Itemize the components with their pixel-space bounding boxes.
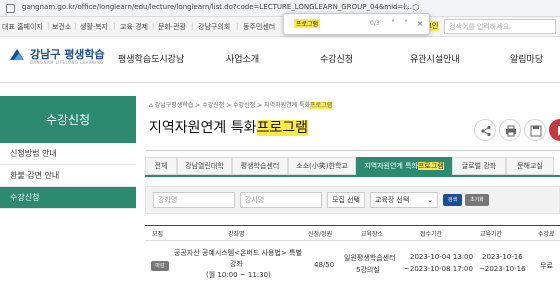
- find-prev-icon[interactable]: ˄: [388, 18, 398, 30]
- toplink-main[interactable]: 대표 홈페이지: [2, 22, 43, 32]
- toplink-welfare[interactable]: 생활·복지: [80, 22, 108, 32]
- chevron-down-icon: ⌄: [354, 196, 360, 204]
- edu-end: ~2023-10-16: [479, 265, 526, 273]
- col-fee: 수강료: [538, 231, 555, 238]
- browser-toolbar-icons: ⋯ ☆ ⬡: [392, 3, 420, 12]
- tab-all[interactable]: 전체: [145, 157, 177, 175]
- tab-small-school[interactable]: 소소(小笑)한학교: [288, 157, 356, 175]
- toplink-health[interactable]: 보건소: [52, 22, 71, 32]
- status-badge: 마감: [151, 261, 169, 271]
- col-enrolled: 신청/정원: [308, 231, 333, 238]
- toplink-culture[interactable]: 문화·관광: [158, 22, 186, 32]
- fee-value: 무료: [540, 262, 553, 270]
- nav-facilities[interactable]: 유관시설안내: [410, 52, 460, 65]
- course-time: (월 10:00 ~ 11:30): [206, 271, 271, 279]
- page-title: 지역자원연계 특화프로그램: [149, 117, 309, 137]
- site-info-icon[interactable]: [6, 4, 15, 13]
- tab-underline: [145, 175, 560, 177]
- course-title-line2[interactable]: 강좌: [230, 259, 243, 269]
- page-title-highlight: 프로그램: [256, 120, 309, 136]
- col-edu-period: 교육기간: [480, 231, 503, 238]
- print-icon: [506, 125, 516, 137]
- toplink-education[interactable]: 교육·경제: [120, 22, 148, 32]
- bookmark-button[interactable]: [549, 119, 560, 141]
- sidebar-item-refund[interactable]: 환불·감면 안내: [0, 165, 136, 187]
- breadcrumb: ⌂ 강남구평생학습 > 수강신청 > 수강신청 > 지역자원연계 특화프로그램: [149, 100, 333, 109]
- toplink-community-center[interactable]: 동주민센터: [243, 22, 275, 32]
- address-url[interactable]: gangnam.go.kr/office/longlearn/edu/lectu…: [22, 3, 412, 11]
- col-apply-period: 접수기간: [420, 231, 443, 238]
- home-icon[interactable]: ⌂: [149, 102, 153, 109]
- find-query-input[interactable]: 프로그램: [294, 19, 321, 28]
- breadcrumb-path[interactable]: 강남구평생학습 > 수강신청 > 수강신청 > 지역자원연계 특화: [155, 102, 310, 109]
- find-in-page-bar: 프로그램 0/3 ˄ ˅ ×: [283, 13, 430, 35]
- place-select[interactable]: 교육장 선택 ⌄: [370, 192, 438, 208]
- nav-notices[interactable]: 알림마당: [510, 52, 543, 65]
- sidebar-item-guide[interactable]: 신청방법 안내: [0, 143, 136, 165]
- instructor-name-input[interactable]: 강사명: [240, 192, 322, 208]
- edu-start: 2023-10-16: [482, 253, 523, 261]
- tab-global[interactable]: 글로벌 강좌: [452, 157, 506, 175]
- share-button[interactable]: [474, 119, 496, 141]
- apply-end: ~2023-10-08 17:00: [404, 265, 473, 273]
- nav-lifelong-city[interactable]: 평생학습도시강남: [118, 52, 184, 65]
- site-search-input[interactable]: 검색어를 입력하세요.: [444, 19, 556, 34]
- sidebar-item-registration[interactable]: 수강신청: [0, 187, 136, 209]
- reset-button[interactable]: 초기화: [465, 194, 489, 206]
- enrolled-count: 48/50: [314, 261, 335, 269]
- chevron-down-icon: ⌄: [427, 196, 433, 204]
- col-title: 강좌명: [228, 231, 245, 238]
- place-line1: 일원평생학습센터: [344, 254, 396, 262]
- page-title-text: 지역자원연계 특화: [149, 120, 257, 136]
- sidebar-title: 수강신청: [45, 113, 91, 127]
- sidebar-title-box: 수강신청: [0, 96, 136, 143]
- course-name-input[interactable]: 강좌명: [153, 192, 235, 208]
- place-line2: 5강의실: [356, 266, 380, 274]
- tab-regional-program[interactable]: 지역자원연계 특화프로그램: [356, 157, 452, 175]
- save-icon: [530, 125, 542, 137]
- col-place: 교육장소: [361, 231, 384, 238]
- share-icon: [481, 125, 491, 137]
- col-status: 모집: [152, 231, 164, 238]
- toplink-council[interactable]: 강남구의회: [198, 22, 230, 32]
- breadcrumb-highlight: 프로그램: [310, 102, 333, 109]
- tab-open-college[interactable]: 강남열린대학: [177, 157, 232, 175]
- find-next-icon[interactable]: ˅: [401, 18, 411, 30]
- course-title-line1[interactable]: 공공자산 공예시스템<온버드 사용법> 특별: [174, 248, 302, 258]
- nav-registration[interactable]: 수강신청: [320, 52, 353, 65]
- print-button[interactable]: [499, 119, 521, 141]
- save-button[interactable]: [524, 119, 546, 141]
- tab-literacy[interactable]: 문해교실: [506, 157, 554, 175]
- nav-business[interactable]: 사업소개: [226, 52, 259, 65]
- find-close-icon[interactable]: ×: [415, 18, 425, 30]
- tab-learning-center[interactable]: 평생학습센터: [232, 157, 288, 175]
- title-divider: [145, 150, 560, 151]
- apply-start: 2023-10-04 13:00: [410, 253, 474, 261]
- gangnam-logo-icon[interactable]: [8, 46, 26, 64]
- find-match-count: 0/3: [370, 20, 380, 27]
- search-button[interactable]: 검색: [443, 194, 462, 206]
- site-logo-subtitle: GANGNAM LIFELONG LEARNING: [30, 60, 104, 65]
- bookmark-icon: [558, 126, 560, 136]
- status-select[interactable]: 모집 선택 ⌄: [327, 192, 365, 208]
